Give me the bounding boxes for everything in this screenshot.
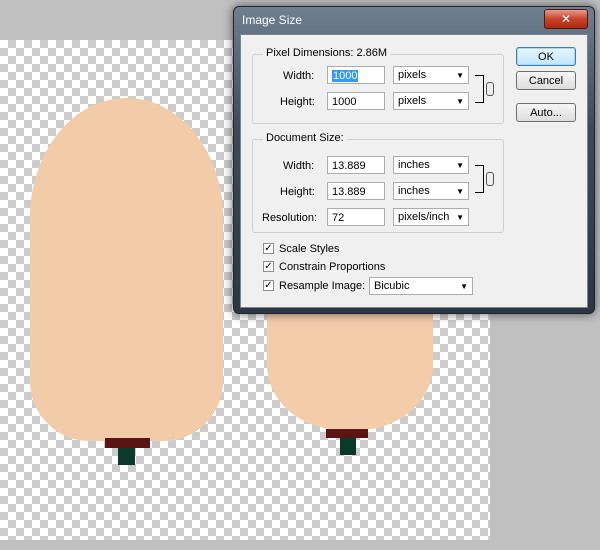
constrain-proportions-label: Constrain Proportions (279, 261, 386, 273)
doc-height-label: Height: (280, 186, 315, 198)
ok-button[interactable]: OK (516, 47, 576, 66)
resolution-unit-select[interactable]: pixels/inch ▼ (393, 208, 469, 226)
pixel-dimensions-title: Pixel Dimensions: 2.86M (263, 47, 391, 59)
dialog-body: Pixel Dimensions: 2.86M Width: 1000 pixe… (240, 34, 588, 308)
chevron-down-icon: ▼ (460, 282, 468, 291)
chevron-down-icon: ▼ (456, 187, 464, 196)
large-shape (30, 98, 223, 441)
doc-width-input[interactable]: 13.889 (327, 156, 385, 174)
doc-height-input[interactable]: 13.889 (327, 182, 385, 200)
pixel-dimensions-size: 2.86M (356, 47, 388, 59)
resolution-input[interactable]: 72 (327, 208, 385, 226)
close-button[interactable]: ✕ (544, 9, 588, 29)
large-shape-base (105, 438, 150, 448)
doc-height-unit-select[interactable]: inches ▼ (393, 182, 469, 200)
dialog-title: Image Size (242, 13, 303, 27)
large-shape-stem (118, 448, 135, 465)
doc-width-label: Width: (283, 160, 315, 172)
resample-image-label: Resample Image: (279, 280, 366, 292)
auto-button[interactable]: Auto... (516, 103, 576, 122)
pixel-dimensions-group: Pixel Dimensions: 2.86M Width: 1000 pixe… (252, 47, 504, 124)
constrain-proportions-checkbox[interactable]: ✓ (263, 261, 274, 272)
chevron-down-icon: ▼ (456, 97, 464, 106)
pixel-link-bracket (475, 75, 484, 103)
pixel-height-label: Height: (280, 96, 315, 108)
document-size-group: Document Size: Width: 13.889 inches ▼ Hei… (252, 132, 504, 233)
chain-link-icon (486, 172, 494, 186)
resolution-label: Resolution: (262, 212, 318, 224)
resample-method-select[interactable]: Bicubic ▼ (369, 277, 473, 295)
chevron-down-icon: ▼ (456, 161, 464, 170)
scale-styles-label: Scale Styles (279, 243, 340, 255)
small-shape-base (326, 429, 368, 438)
doc-width-unit-select[interactable]: inches ▼ (393, 156, 469, 174)
pixel-width-label: Width: (283, 70, 315, 82)
pixel-height-unit-select[interactable]: pixels ▼ (393, 92, 469, 110)
document-size-title: Document Size: (263, 132, 347, 144)
close-icon: ✕ (560, 12, 572, 26)
cancel-button[interactable]: Cancel (516, 71, 576, 90)
small-shape-stem (340, 438, 356, 455)
small-shape (267, 300, 433, 430)
dialog-titlebar[interactable]: Image Size ✕ (234, 7, 594, 33)
pixel-width-unit-select[interactable]: pixels ▼ (393, 66, 469, 84)
scale-styles-checkbox[interactable]: ✓ (263, 243, 274, 254)
chevron-down-icon: ▼ (456, 213, 464, 222)
image-size-dialog: Image Size ✕ Pixel Dimensions: 2.86M Wid… (233, 6, 595, 314)
chevron-down-icon: ▼ (456, 71, 464, 80)
chain-link-icon (486, 82, 494, 96)
resample-image-checkbox[interactable]: ✓ (263, 280, 274, 291)
pixel-height-input[interactable]: 1000 (327, 92, 385, 110)
doc-link-bracket (475, 165, 484, 193)
pixel-width-input[interactable]: 1000 (327, 66, 385, 84)
